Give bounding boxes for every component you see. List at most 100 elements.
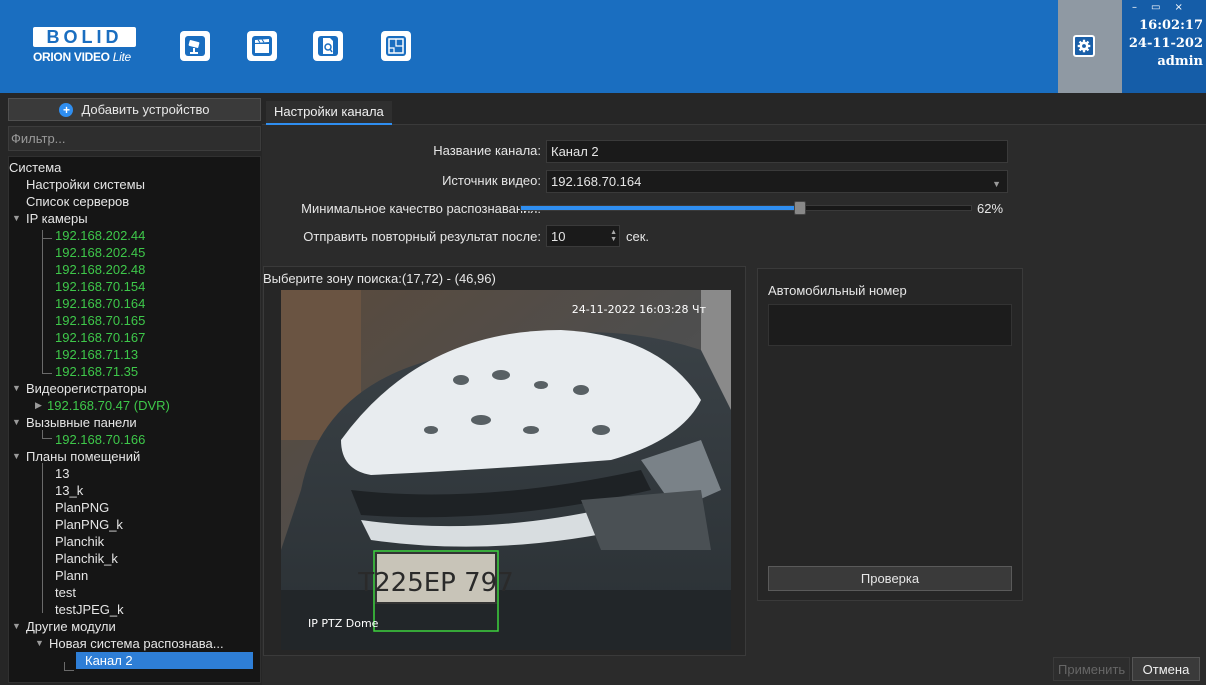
collapse-arrow-icon[interactable]: ▼	[12, 618, 21, 635]
resend-spinbox[interactable]: 10 ▲ ▼	[546, 225, 620, 247]
collapse-arrow-icon[interactable]: ▼	[12, 210, 21, 227]
tree-item-system-settings[interactable]: Настройки системы	[26, 176, 145, 193]
tree-item-plan[interactable]: test	[55, 584, 76, 601]
camera-timestamp-overlay: 24-11-2022 16:03:28 Чт	[572, 303, 707, 316]
tree-item-plan[interactable]: Plann	[55, 567, 88, 584]
tree-item-camera[interactable]: 192.168.71.13	[55, 346, 138, 363]
plus-icon: +	[59, 102, 74, 117]
maximize-button[interactable]: ▭	[1151, 2, 1160, 13]
settings-button[interactable]	[1073, 35, 1095, 57]
license-plate-text: T225EP 797	[357, 568, 514, 598]
tree-item-channel-selected[interactable]: Канал 2	[76, 652, 253, 669]
apply-button[interactable]: Применить	[1053, 657, 1131, 681]
spin-arrows-icon[interactable]: ▲ ▼	[610, 229, 617, 243]
video-source-value: 192.168.70.164	[551, 174, 642, 189]
tree-guide-line	[42, 238, 52, 239]
tree-item-plan[interactable]: 13_k	[55, 482, 83, 499]
tree-item-camera[interactable]: 192.168.202.48	[55, 261, 145, 278]
app-logo: BOLID ORION VIDEO Lite	[33, 27, 136, 67]
min-quality-value: 62%	[977, 201, 1004, 216]
channel-name-label: Название канала:	[433, 143, 541, 158]
tree-item-camera[interactable]: 192.168.70.165	[55, 312, 145, 329]
video-source-select[interactable]: 192.168.70.164 ▼	[546, 170, 1008, 193]
tree-item-call-panel[interactable]: 192.168.70.166	[55, 431, 145, 448]
clock-panel: – ▭ × 16:02:17 24-11-202 admin	[1122, 0, 1206, 93]
plate-result-field	[768, 304, 1012, 346]
tree-item-camera[interactable]: 192.168.70.164	[55, 295, 145, 312]
slider-handle[interactable]	[794, 201, 806, 215]
tree-item-camera[interactable]: 192.168.70.154	[55, 278, 145, 295]
add-device-label: Добавить устройство	[81, 102, 210, 117]
tree-guide-line	[42, 230, 43, 374]
device-sidebar: + Добавить устройство Система Настройки …	[0, 93, 262, 685]
tree-item-ip-cameras[interactable]: ▼ IP камеры	[12, 210, 88, 227]
header-bar: BOLID ORION VIDEO Lite – ▭ × 16:02:17 24…	[0, 0, 1206, 93]
tree-item-label: Планы помещений	[26, 449, 141, 464]
tree-item-server-list[interactable]: Список серверов	[26, 193, 129, 210]
tree-item-plan[interactable]: PlanPNG_k	[55, 516, 123, 533]
tree-item-label: IP камеры	[26, 211, 88, 226]
tree-item-plan[interactable]: 13	[55, 465, 69, 482]
camera-preview[interactable]: T225EP 797 24-11-2022 16:03:28 Чт IP PTZ…	[281, 290, 731, 650]
archive-button[interactable]	[247, 31, 277, 61]
tree-item-recognition-system[interactable]: ▼ Новая система распознава...	[35, 635, 224, 652]
plans-button[interactable]	[381, 31, 411, 61]
tab-bar: Настройки канала	[262, 93, 1206, 125]
video-source-label: Источник видео:	[442, 173, 541, 188]
tree-item-floor-plans[interactable]: ▼ Планы помещений	[12, 448, 141, 465]
collapse-arrow-icon[interactable]: ▼	[12, 414, 21, 431]
device-tree: Система Настройки системы Список серверо…	[8, 156, 261, 683]
tree-item-dvr-device[interactable]: ▶ 192.168.70.47 (DVR)	[35, 397, 170, 414]
close-button[interactable]: ×	[1174, 2, 1182, 13]
channel-settings-panel: Настройки канала Название канала: Источн…	[262, 93, 1206, 685]
tree-item-call-panels[interactable]: ▼ Вызывные панели	[12, 414, 137, 431]
minimize-button[interactable]: –	[1132, 2, 1137, 13]
tree-item-other-modules[interactable]: ▼ Другие модули	[12, 618, 116, 635]
tree-item-label: Вызывные панели	[26, 415, 137, 430]
add-device-button[interactable]: + Добавить устройство	[8, 98, 261, 121]
window-controls: – ▭ ×	[1132, 2, 1197, 13]
min-quality-label: Минимальное качество распознавания:	[301, 201, 541, 216]
collapse-arrow-icon[interactable]: ▼	[12, 380, 21, 397]
tree-guide-line	[42, 438, 52, 439]
settings-area	[1058, 0, 1122, 93]
current-user: admin	[1157, 54, 1203, 69]
cancel-button[interactable]: Отмена	[1132, 657, 1200, 681]
tree-item-plan[interactable]: testJPEG_k	[55, 601, 124, 618]
collapse-arrow-icon[interactable]: ▼	[35, 635, 44, 652]
tree-guide-line	[42, 430, 43, 438]
tree-item-label: Новая система распознава...	[49, 636, 224, 651]
collapse-arrow-icon[interactable]: ▼	[12, 448, 21, 465]
tree-item-label: Видеорегистраторы	[26, 381, 147, 396]
tree-item-camera[interactable]: 192.168.70.167	[55, 329, 145, 346]
tree-item-system[interactable]: Система	[9, 159, 61, 176]
expand-arrow-icon[interactable]: ▶	[35, 397, 42, 414]
cameras-button[interactable]	[180, 31, 210, 61]
document-search-icon	[318, 36, 338, 56]
floor-plan-icon	[386, 36, 406, 56]
zone-selection-panel: Выберите зону поиска:(17,72) - (46,96) T…	[263, 266, 746, 656]
clock-date: 24-11-202	[1128, 36, 1203, 51]
slider-fill	[521, 206, 800, 210]
tree-item-camera[interactable]: 192.168.202.44	[55, 227, 145, 244]
tree-item-camera[interactable]: 192.168.202.45	[55, 244, 145, 261]
channel-name-input[interactable]	[546, 140, 1008, 163]
min-quality-slider[interactable]	[520, 201, 972, 215]
tree-item-camera[interactable]: 192.168.71.35	[55, 363, 138, 380]
tree-guide-line	[64, 662, 65, 670]
tree-guide-line	[64, 670, 74, 671]
tree-guide-line	[42, 463, 43, 613]
camera-name-overlay: IP PTZ Dome	[308, 617, 379, 630]
tab-channel-settings[interactable]: Настройки канала	[266, 101, 392, 125]
plate-panel-title: Автомобильный номер	[768, 283, 907, 298]
tree-item-plan[interactable]: PlanPNG	[55, 499, 109, 516]
tree-item-plan[interactable]: Planchik_k	[55, 550, 118, 567]
reports-button[interactable]	[313, 31, 343, 61]
gear-icon	[1077, 39, 1091, 53]
tree-item-dvr[interactable]: ▼ Видеорегистраторы	[12, 380, 147, 397]
logo-brand: BOLID	[33, 27, 136, 47]
camera-icon	[185, 36, 205, 56]
tree-item-plan[interactable]: Planchik	[55, 533, 104, 550]
filter-input[interactable]	[8, 126, 261, 151]
check-button[interactable]: Проверка	[768, 566, 1012, 591]
